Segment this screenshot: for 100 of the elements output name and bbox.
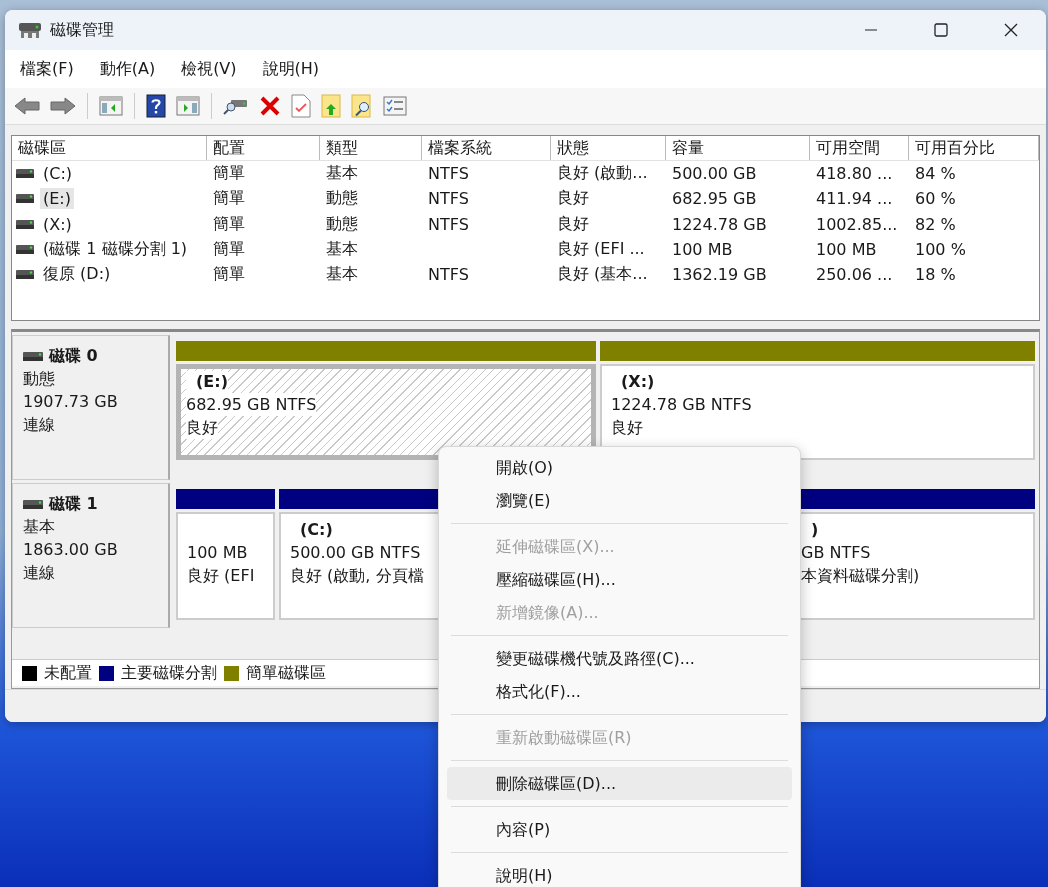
table-cell: 簡單 xyxy=(213,264,245,286)
partition-label: (E:) xyxy=(186,371,228,393)
table-cell: 動態 xyxy=(326,188,358,210)
drive-icon xyxy=(16,219,34,229)
disk-size: 1863.00 GB xyxy=(23,539,119,561)
help-icon xyxy=(146,94,166,118)
partition-block[interactable]: (E:) 682.95 GB NTFS 良好 xyxy=(176,364,596,460)
panel-icon xyxy=(99,96,123,116)
volume-name[interactable]: (E:) xyxy=(40,188,74,210)
partition-label: ) xyxy=(810,519,819,541)
partition-block[interactable]: (X:) 1224.78 GB NTFS 良好 xyxy=(600,364,1035,460)
table-cell: 良好 (啟動... xyxy=(557,163,648,185)
table-cell: 60 % xyxy=(915,189,956,209)
partition-status: 良好 xyxy=(611,417,643,439)
partition-size: 1224.78 GB NTFS xyxy=(611,394,752,416)
context-menu-item[interactable]: 變更磁碟機代號及路徑(C)... xyxy=(447,642,792,675)
table-cell: 1362.19 GB xyxy=(672,265,767,285)
table-cell: NTFS xyxy=(428,189,469,209)
table-cell: 682.95 GB xyxy=(672,189,757,209)
maximize-icon xyxy=(934,23,948,37)
checked-document-icon xyxy=(291,94,311,118)
table-cell: 100 MB xyxy=(672,240,733,260)
table-cell: 1002.85... xyxy=(816,214,898,234)
column-header[interactable]: 可用百分比 xyxy=(909,136,1039,160)
column-header[interactable]: 檔案系統 xyxy=(422,136,551,160)
drive-icon xyxy=(23,500,43,509)
menu-item[interactable]: 說明(H) xyxy=(252,54,330,84)
table-cell: 82 % xyxy=(915,214,956,234)
partition-size: 100 MB xyxy=(187,542,248,564)
disk-name: 磁碟 1 xyxy=(49,494,98,515)
drive-icon xyxy=(16,194,34,204)
table-cell: 簡單 xyxy=(213,239,245,261)
legend-label: 簡單磁碟區 xyxy=(246,662,326,684)
partition-size: 500.00 GB NTFS xyxy=(290,542,421,564)
partition-status: 良好 (EFI xyxy=(187,565,255,587)
partition-size: 682.95 GB NTFS xyxy=(186,393,317,416)
table-cell: 411.94 ... xyxy=(816,189,893,209)
partition-status: 本資料磁碟分割) xyxy=(801,565,920,587)
legend-label: 主要磁碟分割 xyxy=(121,662,217,684)
table-cell: 基本 xyxy=(326,239,358,261)
table-cell: 418.80 ... xyxy=(816,164,893,184)
delete-icon xyxy=(259,95,281,117)
drive-icon xyxy=(16,270,34,280)
table-cell: NTFS xyxy=(428,164,469,184)
context-menu-item[interactable]: 說明(H) xyxy=(447,859,792,887)
partition-size: GB NTFS xyxy=(801,542,871,564)
back-arrow-icon xyxy=(14,96,40,116)
table-cell: 簡單 xyxy=(213,213,245,235)
disk-info-panel[interactable]: 磁碟 1 基本 1863.00 GB 連線 xyxy=(12,483,170,628)
context-menu-item[interactable]: 內容(P) xyxy=(447,813,792,846)
drive-icon xyxy=(18,21,42,39)
disk-status: 連線 xyxy=(23,414,56,436)
partition-label: (X:) xyxy=(620,371,655,393)
context-menu-item[interactable]: 刪除磁碟區(D)... xyxy=(447,767,792,800)
context-menu-item[interactable]: 格式化(F)... xyxy=(447,675,792,708)
forward-arrow-icon xyxy=(50,96,76,116)
column-header[interactable]: 磁碟區 xyxy=(12,136,207,160)
volume-name[interactable]: 復原 (D:) xyxy=(40,263,114,287)
disk-info-panel[interactable]: 磁碟 0 動態 1907.73 GB 連線 xyxy=(12,335,170,480)
table-cell: 簡單 xyxy=(213,188,245,210)
menu-item[interactable]: 檔案(F) xyxy=(10,54,84,84)
disk-size: 1907.73 GB xyxy=(23,391,119,413)
table-cell: 基本 xyxy=(326,264,358,286)
table-cell: 500.00 GB xyxy=(672,164,757,184)
volume-name[interactable]: (C:) xyxy=(40,163,76,185)
table-cell: 良好 xyxy=(557,213,589,235)
menu-item[interactable]: 檢視(V) xyxy=(171,54,247,84)
partition-status: 良好 xyxy=(186,416,218,439)
column-header[interactable]: 狀態 xyxy=(551,136,666,160)
disk-type: 基本 xyxy=(23,516,56,538)
window-title: 磁碟管理 xyxy=(50,19,114,41)
table-cell: 250.06 ... xyxy=(816,265,893,285)
table-cell: 簡單 xyxy=(213,163,245,185)
partition-label: (C:) xyxy=(299,519,333,541)
table-cell: NTFS xyxy=(428,214,469,234)
partition-block[interactable]: 100 MB 良好 (EFI xyxy=(176,512,275,620)
table-cell: 良好 (基本... xyxy=(557,264,648,286)
menu-item[interactable]: 動作(A) xyxy=(89,54,166,84)
table-cell: 基本 xyxy=(326,163,358,185)
column-header[interactable]: 容量 xyxy=(666,136,810,160)
table-cell: 良好 xyxy=(557,188,589,210)
column-header[interactable]: 類型 xyxy=(320,136,422,160)
table-cell: 良好 (EFI ... xyxy=(557,239,645,261)
drive-icon xyxy=(16,169,34,179)
volume-name[interactable]: (磁碟 1 磁碟分割 1) xyxy=(40,238,191,262)
folder-search-icon xyxy=(351,94,373,118)
column-header[interactable]: 可用空間 xyxy=(810,136,909,160)
drive-icon xyxy=(16,245,34,255)
panel-icon xyxy=(176,96,200,116)
table-cell: 18 % xyxy=(915,265,956,285)
column-header[interactable]: 配置 xyxy=(207,136,320,160)
table-cell: 1224.78 GB xyxy=(672,214,767,234)
partition-status: 良好 (啟動, 分頁檔 xyxy=(290,565,424,587)
checklist-icon xyxy=(383,96,407,116)
table-cell: NTFS xyxy=(428,265,469,285)
disk-type: 動態 xyxy=(23,368,56,390)
table-cell: 84 % xyxy=(915,164,956,184)
table-cell: 100 MB xyxy=(816,240,877,260)
drive-icon xyxy=(23,352,43,361)
volume-name[interactable]: (X:) xyxy=(40,213,75,235)
